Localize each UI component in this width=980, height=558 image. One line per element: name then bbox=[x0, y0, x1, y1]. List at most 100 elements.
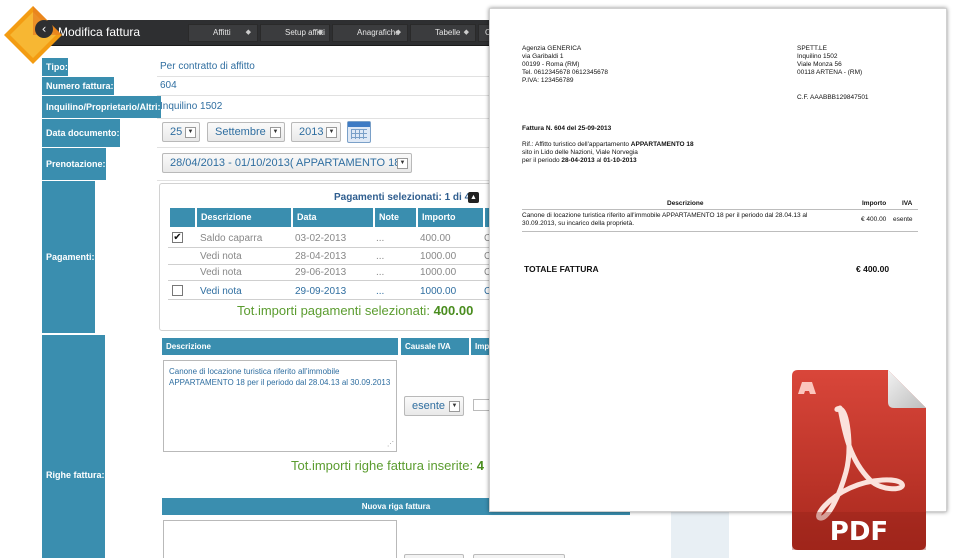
table-header-data: Data bbox=[293, 208, 373, 227]
table-header-note: Note bbox=[375, 208, 416, 227]
sender-line: via Garibaldi 1 bbox=[522, 53, 564, 60]
pagamenti-total-label: Tot.importi pagamenti selezionati: bbox=[237, 303, 430, 318]
invoice-line-desc: Canone di locazione turistica riferito a… bbox=[522, 212, 808, 219]
invoice-header-iva: IVA bbox=[902, 200, 913, 207]
row-data: 03-02-2013 bbox=[295, 233, 347, 244]
resize-grip-icon[interactable]: ⋰ bbox=[387, 439, 394, 450]
chevron-down-icon: ▼ bbox=[397, 158, 408, 169]
table-header-importo: Importo bbox=[418, 208, 483, 227]
collapse-up-icon[interactable]: ▲ bbox=[468, 192, 479, 203]
chevron-down-icon: ▼ bbox=[449, 401, 460, 412]
day-select[interactable]: 25 ▼ bbox=[162, 122, 200, 142]
causale-iva-select[interactable]: esente ▼ bbox=[404, 396, 464, 416]
row-divider bbox=[168, 264, 489, 265]
pagamenti-total-value: 400.00 bbox=[433, 303, 474, 318]
invoice-table-line bbox=[522, 231, 918, 232]
row-importo: 1000.00 bbox=[420, 267, 457, 278]
label-data-documento: Data documento: bbox=[42, 119, 120, 147]
menu-affitti[interactable]: Affitti ◆ bbox=[188, 24, 258, 42]
sender-line: P.IVA: 123456789 bbox=[522, 77, 574, 84]
righe-total: Tot.importi righe fattura inserite: 4 bbox=[291, 458, 484, 473]
invoice-totale-label: TOTALE FATTURA bbox=[524, 264, 599, 274]
chevron-down-icon: ▼ bbox=[270, 127, 281, 138]
table-header-check bbox=[170, 208, 195, 227]
invoice-totale-value: € 400.00 bbox=[856, 264, 890, 274]
invoice-table-line bbox=[522, 209, 918, 210]
row-divider bbox=[157, 118, 489, 119]
row-divider bbox=[157, 147, 489, 148]
label-prenotazione: Prenotazione: bbox=[42, 148, 106, 180]
tipo-value: Per contratto di affitto bbox=[160, 61, 255, 72]
row-note[interactable]: ... bbox=[376, 286, 384, 297]
row-divider bbox=[157, 95, 489, 96]
invoice-periodo: per il periodo 28-04-2013 al 01-10-2013 bbox=[522, 157, 637, 164]
invoice-line-importo: € 400.00 bbox=[861, 216, 887, 223]
menu-arrow-icon: ◆ bbox=[245, 29, 251, 36]
row-descrizione: Vedi nota bbox=[200, 267, 242, 278]
menu-arrow-icon: ◆ bbox=[395, 29, 401, 36]
row-data: 29-06-2013 bbox=[295, 267, 347, 278]
row-note[interactable]: ... bbox=[376, 251, 384, 262]
row-importo: 400.00 bbox=[420, 233, 451, 244]
pagamenti-title: Pagamenti selezionati: 1 di 4 bbox=[334, 192, 471, 203]
invoice-line-desc: 30.09.2013, su incarico della proprietà. bbox=[522, 220, 635, 227]
label-tipo: Tipo: bbox=[42, 58, 68, 76]
menu-anagrafiche[interactable]: Anagrafiche ◆ bbox=[332, 24, 408, 42]
menu-arrow-icon: ◆ bbox=[317, 29, 323, 36]
invoice-header-importo: Importo bbox=[862, 200, 887, 207]
row-note[interactable]: ... bbox=[376, 233, 384, 244]
calendar-icon[interactable] bbox=[347, 121, 371, 143]
recipient-line: 00118 ARTENA - (RM) bbox=[797, 69, 863, 76]
month-select[interactable]: Settembre ▼ bbox=[207, 122, 285, 142]
righe-total-label: Tot.importi righe fattura inserite: bbox=[291, 458, 474, 473]
row-divider bbox=[157, 180, 489, 181]
pagamenti-total: Tot.importi pagamenti selezionati: 400.0… bbox=[237, 303, 473, 318]
recipient-line: Inquilino 1502 bbox=[797, 53, 838, 60]
nuova-riga-input[interactable] bbox=[473, 554, 565, 558]
menu-tabelle[interactable]: Tabelle ◆ bbox=[410, 24, 476, 42]
sender-line: Tel. 0612345678 0612345678 bbox=[522, 69, 609, 76]
recipient-line: Viale Monza 56 bbox=[797, 61, 842, 68]
pdf-file-icon: PDF bbox=[792, 370, 926, 550]
row-divider bbox=[157, 76, 489, 77]
row-divider bbox=[168, 247, 489, 248]
row-importo: 1000.00 bbox=[420, 251, 457, 262]
label-pagamenti: Pagamenti: bbox=[42, 181, 95, 333]
year-select[interactable]: 2013 ▼ bbox=[291, 122, 341, 142]
row-descrizione: Vedi nota bbox=[200, 251, 242, 262]
label-righe-fattura: Righe fattura: bbox=[42, 335, 105, 558]
menu-setup-affitti[interactable]: Setup affitti ◆ bbox=[260, 24, 330, 42]
recipient-line: SPETT.LE bbox=[797, 45, 827, 52]
row-descrizione: Vedi nota bbox=[200, 286, 242, 297]
svg-text:‹: ‹ bbox=[42, 22, 47, 36]
row-data: 29-09-2013 bbox=[295, 286, 347, 297]
invoice-sito: sito in Lido delle Nazioni, Viale Norveg… bbox=[522, 149, 638, 156]
chevron-down-icon: ▼ bbox=[185, 127, 196, 138]
recipient-cf: C.F. AAABBB129847501 bbox=[797, 94, 869, 101]
sender-line: Agenzia GENERICA bbox=[522, 45, 582, 52]
label-numero-fattura: Numero fattura: bbox=[42, 77, 114, 95]
chevron-down-icon: ▼ bbox=[326, 127, 337, 138]
prenotazione-select[interactable]: 28/04/2013 - 01/10/2013( APPARTAMENTO 18… bbox=[162, 153, 412, 173]
screenshot-stage: Modifica fattura Affitti ◆ Setup affitti ◆… bbox=[0, 0, 980, 558]
row-data: 28-04-2013 bbox=[295, 251, 347, 262]
nuova-riga-descrizione-input[interactable] bbox=[163, 520, 397, 558]
app-titlebar: Modifica fattura Affitti ◆ Setup affitti ◆… bbox=[42, 20, 508, 46]
righe-header-importo: Imp bbox=[471, 338, 489, 355]
row-divider bbox=[168, 299, 489, 300]
invoice-line-iva: esente bbox=[893, 216, 913, 223]
row-divider bbox=[168, 280, 489, 281]
table-header-descrizione: Descrizione bbox=[197, 208, 291, 227]
label-inquilino: Inquilino/Proprietario/Altri: bbox=[42, 96, 161, 118]
pdf-label: PDF bbox=[830, 517, 888, 547]
inquilino-value: Inquilino 1502 bbox=[160, 101, 223, 112]
nuova-riga-select[interactable] bbox=[404, 554, 464, 558]
riga-descrizione-input[interactable]: Canone di locazione turistica riferito a… bbox=[163, 360, 397, 452]
row-note[interactable]: ... bbox=[376, 267, 384, 278]
righe-header-descrizione: Descrizione bbox=[162, 338, 398, 355]
invoice-rif: Rif.: Affitto turistico dell'appartament… bbox=[522, 141, 694, 148]
row-descrizione: Saldo caparra bbox=[200, 233, 263, 244]
row-checkbox[interactable] bbox=[172, 285, 183, 296]
row-checkbox[interactable]: ✔ bbox=[172, 232, 183, 243]
numero-fattura-value: 604 bbox=[160, 80, 177, 91]
